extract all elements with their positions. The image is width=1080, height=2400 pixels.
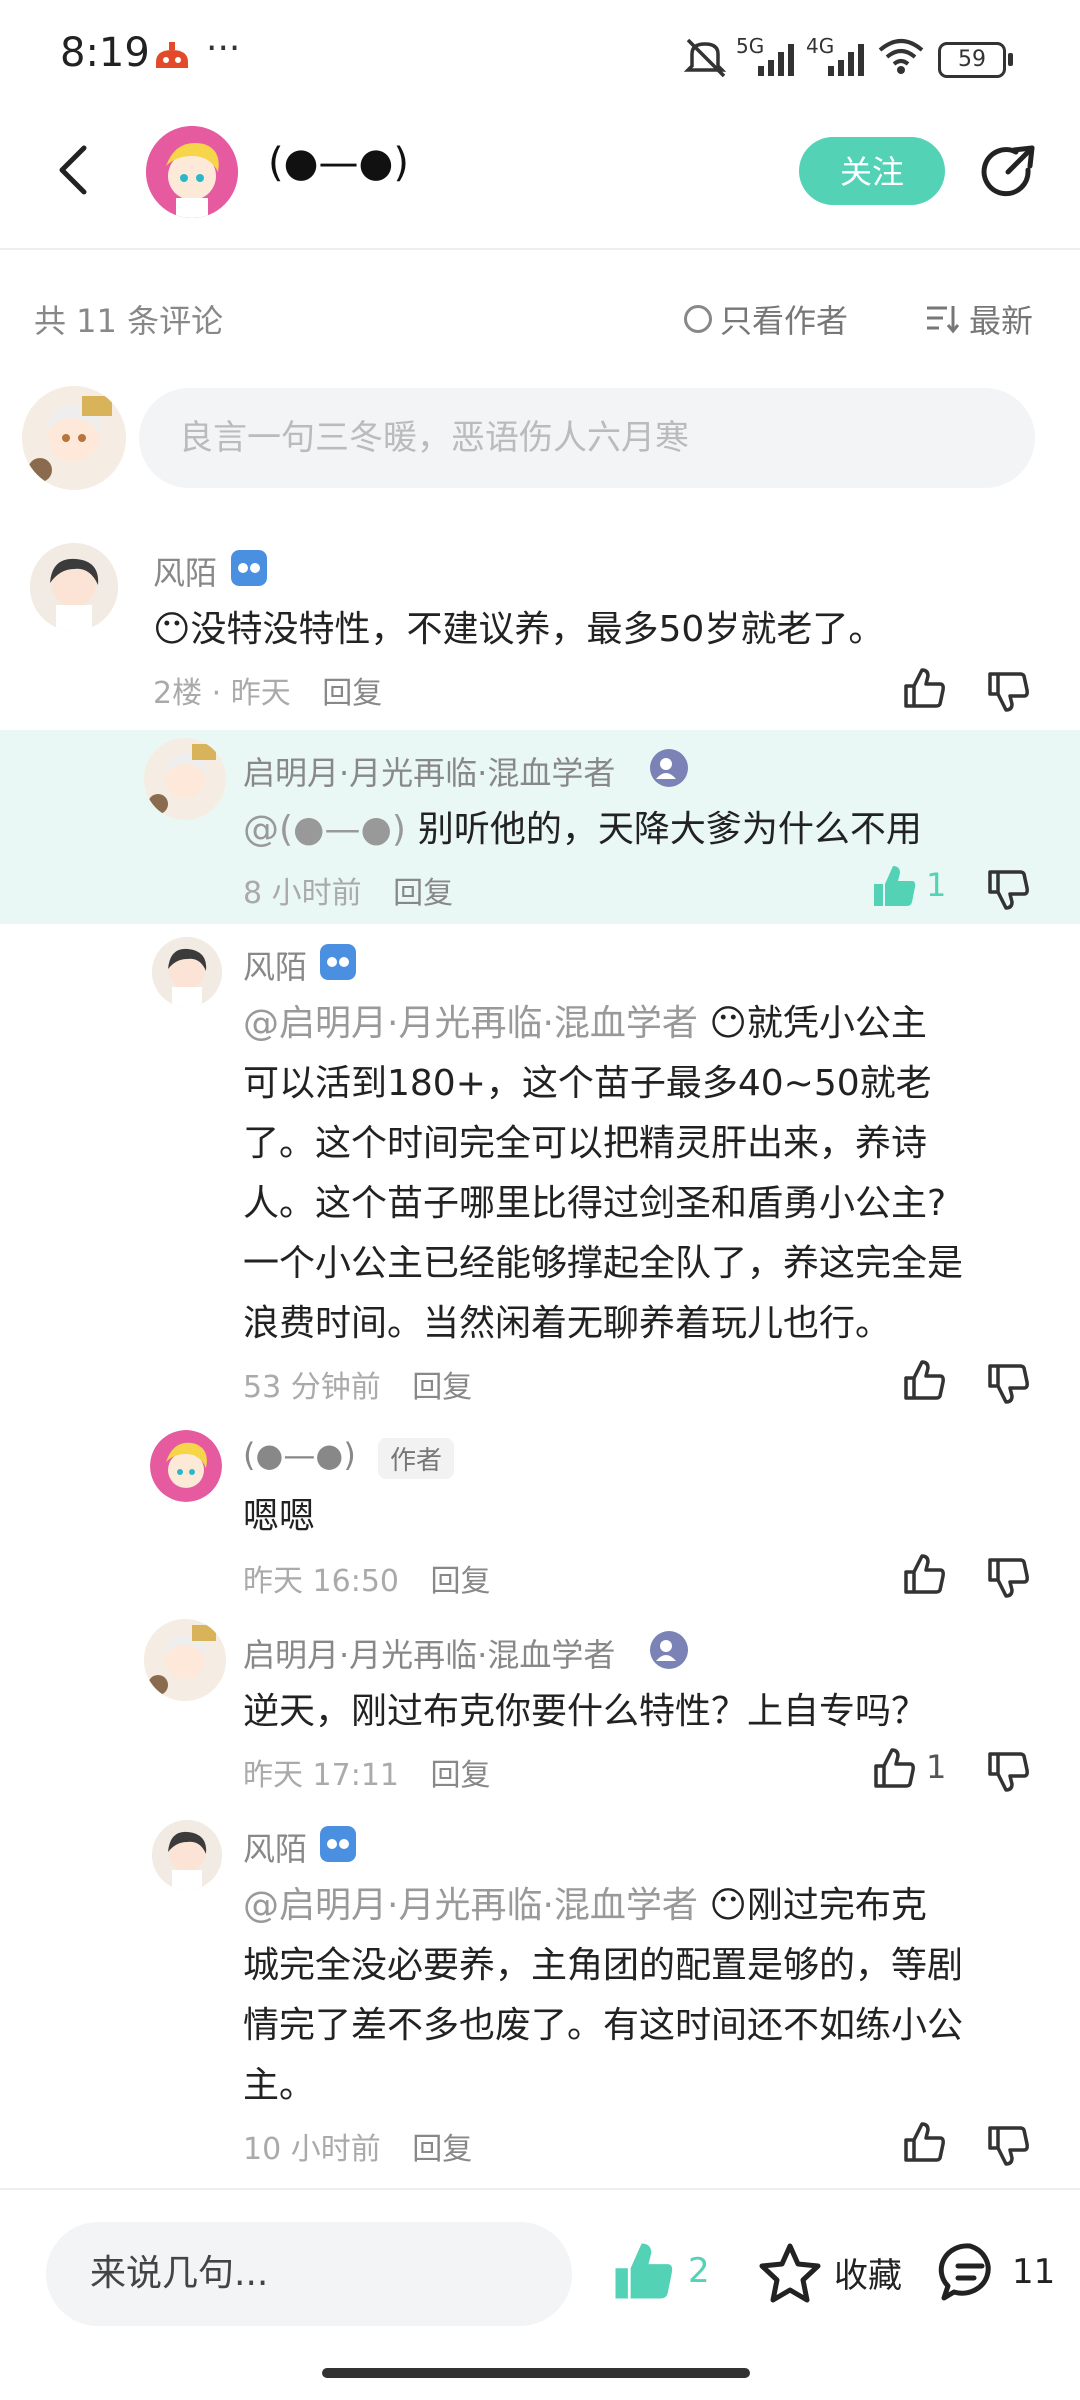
reply-button[interactable]: 回复 [412,1370,472,1405]
comment-user-name[interactable]: 启明月·月光再临·混血学者 [243,748,615,794]
emoji-icon: 😶 [153,609,191,650]
sort-button[interactable]: 最新 [925,296,1033,342]
comment-count: 共 11 条评论 [34,302,224,340]
like-icon[interactable] [900,2118,948,2170]
liked-icon[interactable] [870,862,918,914]
favorite-label: 收藏 [834,2255,902,2296]
comment-text: @启明月·月光再临·混血学者 😶刚过完布克 城完全没必要养，主角团的配置是够的，… [243,1885,964,2106]
comment-bubble-icon [938,2243,991,2301]
only-author-label: 只看作者 [720,302,849,340]
bottom-like-button[interactable]: 2 [610,2238,710,2304]
mute-icon [682,36,728,84]
share-icon[interactable] [976,140,1040,204]
comment-meta: 昨天 17:11 回复 [243,1758,491,1793]
comment-user-name[interactable]: 风陌 [153,548,217,594]
comment-user-name[interactable]: 风陌 [243,1824,307,1870]
comment-user-name[interactable]: (●—●) [243,1436,356,1474]
game-badge-icon [320,944,356,984]
home-indicator[interactable] [322,2368,750,2378]
comment-count-bottom: 11 [1012,2252,1056,2292]
author-name: (●—●) [268,140,410,186]
sort-label: 最新 [969,302,1034,340]
battery-icon: 59 [938,42,1013,78]
star-icon [759,2243,821,2303]
reply-button[interactable]: 回复 [322,676,382,711]
author-tag: 作者 [378,1438,455,1479]
dislike-icon[interactable] [984,668,1032,720]
my-avatar [22,386,126,490]
like-count: 1 [926,1748,947,1786]
like-count: 2 [688,2251,710,2291]
dislike-icon[interactable] [984,1554,1032,1606]
reply-button[interactable]: 回复 [431,1758,491,1793]
comment-meta: 昨天 16:50 回复 [243,1564,491,1599]
status-bar: 8:19 ··· 5G 4G 59 [0,0,1080,118]
dislike-icon[interactable] [984,2122,1032,2174]
like-icon[interactable] [870,1744,918,1796]
like-icon[interactable] [900,1550,948,1602]
mention[interactable]: @启明月·月光再临·混血学者 [243,1003,698,1044]
comment-meta: 8 小时前 回复 [243,876,454,911]
avatar[interactable] [30,543,118,631]
emoji-icon: 😶 [709,1003,747,1044]
avatar[interactable] [152,937,222,1007]
status-more-dots: ··· [206,28,241,69]
comment-text: 😶没特没特性，不建议养，最多50岁就老了。 [153,609,885,650]
bottom-divider [0,2188,1080,2190]
status-time: 8:19 [60,30,150,76]
wifi-icon [876,36,926,80]
dislike-icon[interactable] [984,1748,1032,1800]
game-badge-icon [320,1826,356,1866]
avatar[interactable] [144,738,226,820]
avatar[interactable] [144,1619,226,1701]
game-badge-icon [231,550,267,590]
comment-text: @启明月·月光再临·混血学者 😶就凭小公主 可以活到180+，这个苗子最多40~… [243,1003,964,1344]
sort-icon [927,306,959,334]
dislike-icon[interactable] [984,866,1032,918]
comment-meta: 2楼 · 昨天 回复 [153,676,383,711]
comment-text: 嗯嗯 [243,1496,316,1537]
thumb-up-icon [615,2243,673,2299]
avatar[interactable] [150,1430,222,1502]
comment-user-name[interactable]: 启明月·月光再临·混血学者 [243,1630,615,1676]
radio-circle-icon [684,305,712,333]
user-badge-icon [650,1631,688,1673]
back-button[interactable] [54,140,94,200]
favorite-button[interactable]: 收藏 [758,2240,902,2304]
header-divider [0,248,1080,250]
comment-user-name[interactable]: 风陌 [243,942,307,988]
mention[interactable]: @启明月·月光再临·混血学者 [243,1885,698,1926]
comment-meta: 53 分钟前 回复 [243,1370,473,1405]
avatar[interactable] [152,1820,222,1890]
reply-button[interactable]: 回复 [393,876,453,911]
user-badge-icon [650,749,688,791]
comment-meta: 10 小时前 回复 [243,2132,473,2167]
reply-button[interactable]: 回复 [412,2132,472,2167]
comments-button[interactable]: 11 [938,2240,1055,2304]
like-icon[interactable] [900,1356,948,1408]
like-count: 1 [926,866,947,904]
like-icon[interactable] [900,664,948,716]
mention[interactable]: @(●—●) [243,809,406,850]
dislike-icon[interactable] [984,1360,1032,1412]
app-notification-icon [152,38,192,76]
comment-text: 逆天，刚过布克你要什么特性？上自专吗？ [243,1691,928,1732]
follow-button[interactable]: 关注 [799,137,945,205]
author-avatar[interactable] [146,126,238,218]
comment-input[interactable]: 良言一句三冬暖，恶语伤人六月寒 [139,388,1035,488]
reply-button[interactable]: 回复 [431,1564,491,1599]
emoji-icon: 😶 [709,1885,747,1926]
bottom-comment-input[interactable]: 来说几句... [46,2222,572,2326]
comment-text: @(●—●) 别听他的，天降大爹为什么不用 [243,809,922,850]
only-author-toggle[interactable]: 只看作者 [684,296,848,342]
